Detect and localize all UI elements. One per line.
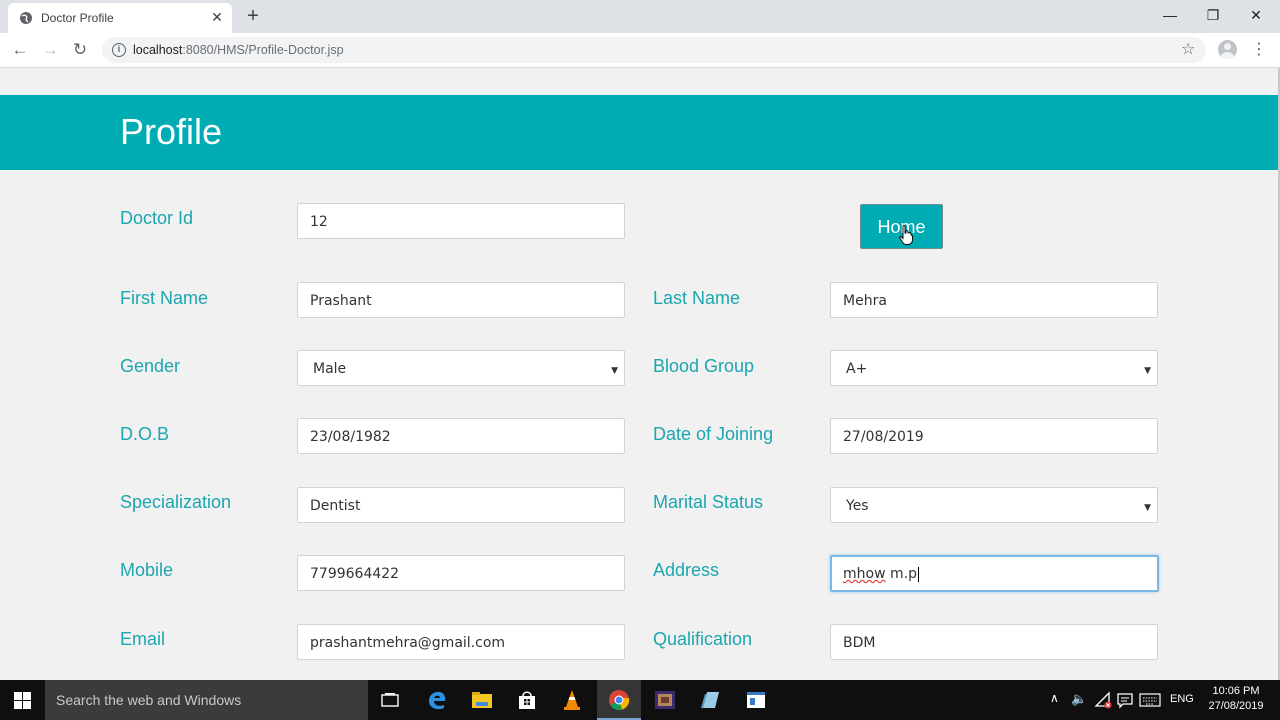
windows-start-icon[interactable] bbox=[14, 692, 31, 709]
action-center-icon[interactable] bbox=[1115, 690, 1135, 710]
volume-icon[interactable]: 🔈 bbox=[1071, 691, 1087, 707]
address-input-rest: m.p bbox=[885, 566, 917, 582]
blood-group-select[interactable]: A+ ▼ bbox=[830, 350, 1158, 386]
date-of-joining-input[interactable]: 27/08/2019 bbox=[830, 418, 1158, 454]
qualification-input[interactable]: BDM bbox=[830, 624, 1158, 660]
vlc-cone-icon[interactable] bbox=[560, 688, 584, 712]
url-text: localhost:8080/HMS/Profile-Doctor.jsp bbox=[133, 43, 344, 57]
profile-banner: Profile bbox=[0, 95, 1278, 170]
file-explorer-icon[interactable] bbox=[470, 688, 494, 712]
spellcheck-word: mhow bbox=[843, 566, 886, 582]
tab-title: Doctor Profile bbox=[41, 11, 114, 25]
dropdown-arrow-icon: ▼ bbox=[1144, 503, 1151, 513]
last-name-label: Last Name bbox=[653, 288, 741, 308]
doctor-id-input[interactable]: 12 bbox=[297, 203, 625, 239]
email-input[interactable]: prashantmehra@gmail.com bbox=[297, 624, 625, 660]
browser-tab-strip: Doctor Profile ✕ + — ❐ ✕ bbox=[0, 0, 1280, 33]
chrome-icon bbox=[609, 690, 630, 711]
blood-group-select-value: A+ bbox=[846, 361, 868, 377]
profile-avatar-icon[interactable] bbox=[1218, 40, 1237, 59]
browser-toolbar: ← → ↻ i localhost:8080/HMS/Profile-Docto… bbox=[0, 33, 1280, 68]
address-input[interactable]: mhow m.p bbox=[830, 555, 1159, 592]
reload-icon[interactable]: ↻ bbox=[69, 39, 91, 61]
edge-browser-icon[interactable] bbox=[425, 688, 449, 712]
app-icon[interactable] bbox=[653, 688, 677, 712]
first-name-label: First Name bbox=[120, 288, 209, 308]
clock-time: 10:06 PM bbox=[1212, 685, 1260, 697]
gender-select-value: Male bbox=[313, 361, 347, 377]
page-title: Profile bbox=[120, 111, 223, 152]
clock-date: 27/08/2019 bbox=[1208, 700, 1264, 712]
gender-select[interactable]: Male ▼ bbox=[297, 350, 625, 386]
dropdown-arrow-icon: ▼ bbox=[611, 366, 618, 376]
restore-button[interactable]: ❐ bbox=[1198, 4, 1228, 26]
first-name-input[interactable]: Prashant bbox=[297, 282, 625, 318]
url-host: localhost bbox=[133, 43, 183, 57]
back-arrow-icon[interactable]: ← bbox=[9, 39, 31, 61]
doctor-id-label: Doctor Id bbox=[120, 208, 194, 228]
dob-label: D.O.B bbox=[120, 424, 170, 444]
window-app-icon[interactable] bbox=[744, 688, 768, 712]
text-caret bbox=[917, 566, 919, 582]
taskbar-search-placeholder: Search the web and Windows bbox=[56, 692, 242, 708]
chrome-taskbar-active[interactable] bbox=[597, 680, 641, 720]
marital-status-select-value: Yes bbox=[846, 498, 869, 514]
marital-status-select[interactable]: Yes ▼ bbox=[830, 487, 1158, 523]
specialization-input[interactable]: Dentist bbox=[297, 487, 625, 523]
specialization-label: Specialization bbox=[120, 492, 232, 512]
network-disconnected-icon[interactable] bbox=[1093, 690, 1113, 710]
store-bag-icon[interactable] bbox=[515, 688, 539, 712]
url-path: :8080/HMS/Profile-Doctor.jsp bbox=[182, 43, 344, 57]
globe-icon bbox=[20, 12, 32, 24]
email-label: Email bbox=[120, 629, 166, 649]
new-tab-button[interactable]: + bbox=[243, 5, 263, 27]
task-view-icon[interactable] bbox=[378, 688, 402, 712]
blood-group-label: Blood Group bbox=[653, 356, 755, 376]
info-icon[interactable]: i bbox=[112, 43, 126, 57]
address-label: Address bbox=[653, 560, 720, 580]
close-window-button[interactable]: ✕ bbox=[1241, 4, 1271, 26]
marital-status-label: Marital Status bbox=[653, 492, 764, 512]
notes-app-icon[interactable] bbox=[698, 688, 722, 712]
browser-tab[interactable]: Doctor Profile ✕ bbox=[8, 3, 232, 33]
dob-input[interactable]: 23/08/1982 bbox=[297, 418, 625, 454]
address-bar[interactable]: i localhost:8080/HMS/Profile-Doctor.jsp … bbox=[102, 37, 1206, 63]
windows-taskbar: Search the web and Windows ∧ 🔈 ENG 10:06… bbox=[0, 680, 1280, 720]
bookmark-star-icon[interactable]: ☆ bbox=[1181, 39, 1195, 59]
page-content: Profile Doctor Id 12 Home First Name Pra… bbox=[0, 68, 1280, 680]
hand-cursor-icon bbox=[899, 225, 913, 245]
language-indicator[interactable]: ENG bbox=[1170, 693, 1194, 705]
keyboard-icon[interactable] bbox=[1139, 691, 1161, 709]
taskbar-clock[interactable]: 10:06 PM 27/08/2019 bbox=[1200, 684, 1272, 714]
mobile-label: Mobile bbox=[120, 560, 174, 580]
mobile-input[interactable]: 7799664422 bbox=[297, 555, 625, 591]
date-of-joining-label: Date of Joining bbox=[653, 424, 774, 444]
minimize-button[interactable]: — bbox=[1155, 4, 1185, 26]
last-name-input[interactable]: Mehra bbox=[830, 282, 1158, 318]
kebab-menu-icon[interactable]: ⋮ bbox=[1251, 40, 1267, 60]
qualification-label: Qualification bbox=[653, 629, 753, 649]
dropdown-arrow-icon: ▼ bbox=[1144, 366, 1151, 376]
tab-close-icon[interactable]: ✕ bbox=[208, 8, 226, 26]
forward-arrow-icon[interactable]: → bbox=[39, 39, 61, 61]
tray-chevron-up-icon[interactable]: ∧ bbox=[1050, 691, 1059, 705]
taskbar-search-box[interactable]: Search the web and Windows bbox=[45, 680, 368, 720]
gender-label: Gender bbox=[120, 356, 181, 376]
